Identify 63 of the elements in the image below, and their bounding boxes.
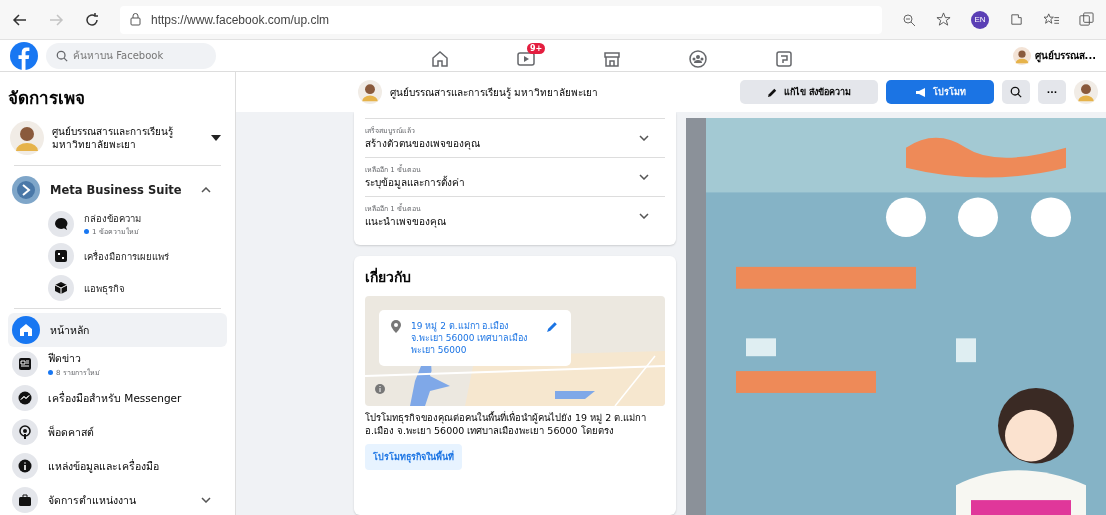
box-icon bbox=[48, 275, 74, 301]
local-promote-button[interactable]: โปรโมทธุรกิจในพื้นที่ bbox=[365, 443, 462, 470]
sidebar-item[interactable]: หน้าหลัก bbox=[8, 313, 227, 347]
zoom-icon[interactable] bbox=[902, 12, 916, 27]
people-icon bbox=[688, 48, 708, 69]
sidebar-item[interactable]: แหล่งข้อมูลและเครื่องมือ bbox=[8, 449, 227, 483]
suite-logo-icon bbox=[12, 176, 40, 204]
podcast-icon bbox=[12, 419, 38, 445]
business-suite-header[interactable]: Meta Business Suite bbox=[8, 170, 227, 208]
nav-tab[interactable]: 9+ bbox=[516, 42, 546, 69]
favorites-list-icon[interactable] bbox=[1044, 12, 1059, 27]
megaphone-icon bbox=[914, 86, 927, 98]
lock-icon bbox=[130, 13, 141, 26]
chevron-icon bbox=[201, 497, 211, 503]
edit-message-button[interactable]: แก้ไข ส่งข้อความ bbox=[740, 80, 878, 104]
info-icon bbox=[12, 453, 38, 479]
about-description: โปรโมทธุรกิจของคุณต่อคนในพื้นที่เพื่อนำผู้คนไปยัง 19 หมู่ 2 ต.แม่กา อ.เมือง จ.พะเยา 56000 เทศบาลเมืองพะเยา 56000 โดยตรง bbox=[365, 412, 648, 438]
avatar-icon bbox=[10, 121, 44, 155]
favorite-star-icon[interactable] bbox=[936, 12, 951, 27]
caret-icon bbox=[211, 134, 221, 142]
search-icon bbox=[56, 49, 68, 62]
tools-icon bbox=[48, 243, 74, 269]
account-button[interactable]: ศูนย์บรรณส... bbox=[1012, 46, 1096, 65]
info-icon[interactable] bbox=[375, 384, 385, 394]
chevron-icon bbox=[639, 174, 649, 180]
extensions-icon[interactable] bbox=[1009, 12, 1024, 27]
notification-badge: 9+ bbox=[527, 42, 546, 54]
search-field[interactable]: ค้นหาบน Facebook bbox=[46, 42, 216, 69]
pencil-icon bbox=[766, 86, 778, 98]
profile-avatar[interactable]: EN bbox=[971, 10, 989, 29]
page-name: ศูนย์บรรณสารและการเรียนรู้ มหาวิทยาลัยพะเยา bbox=[390, 85, 599, 100]
search-button[interactable] bbox=[1002, 80, 1030, 104]
promote-button[interactable]: โปรโมท bbox=[886, 80, 994, 104]
about-title: เกี่ยวกับ bbox=[365, 266, 412, 287]
sidebar-item[interactable]: เครื่องมือสำหรับ Messenger bbox=[8, 381, 227, 415]
sidebar-item[interactable]: เครื่องมือการเผยแพร่ bbox=[8, 240, 227, 272]
page-selector[interactable]: ศูนย์บรรณสารและการเรียนรู้ มหาวิทยาลัยพะเยา bbox=[8, 119, 227, 161]
messenger-icon bbox=[12, 385, 38, 411]
reload-icon[interactable] bbox=[84, 11, 100, 28]
back-icon[interactable] bbox=[12, 11, 28, 28]
sidebar-title: จัดการเพจ bbox=[8, 87, 86, 110]
chevron-icon bbox=[639, 135, 649, 141]
address-link[interactable]: 19 หมู่ 2 ต.แม่กา อ.เมือง จ.พะเยา 56000 เทศบาลเมืองพะเยา 56000 bbox=[411, 320, 536, 357]
sidebar-item[interactable]: จัดการตำแหน่งงาน bbox=[8, 483, 227, 515]
avatar-icon bbox=[1012, 46, 1031, 65]
location-pin-icon bbox=[391, 320, 401, 333]
collections-icon[interactable] bbox=[1079, 12, 1094, 27]
avatar-icon bbox=[358, 80, 382, 104]
flag-page-icon bbox=[774, 48, 794, 69]
chevron-icon bbox=[639, 213, 649, 219]
chat-bubble-icon bbox=[48, 211, 74, 237]
more-button[interactable]: ··· bbox=[1038, 80, 1066, 104]
search-icon bbox=[1010, 86, 1022, 98]
pencil-icon[interactable] bbox=[546, 320, 559, 333]
sidebar-item[interactable]: แอพธุรกิจ bbox=[8, 272, 227, 304]
home-icon bbox=[430, 48, 450, 69]
sidebar-item[interactable]: พ็อดคาสต์ bbox=[8, 415, 227, 449]
newspaper-icon bbox=[12, 351, 38, 377]
address-bar[interactable]: https://www.facebook.com/up.clm bbox=[120, 5, 882, 34]
facebook-logo[interactable] bbox=[10, 41, 38, 70]
home-icon bbox=[12, 316, 40, 344]
avatar-icon[interactable] bbox=[1074, 80, 1098, 104]
briefcase-icon bbox=[12, 487, 38, 513]
